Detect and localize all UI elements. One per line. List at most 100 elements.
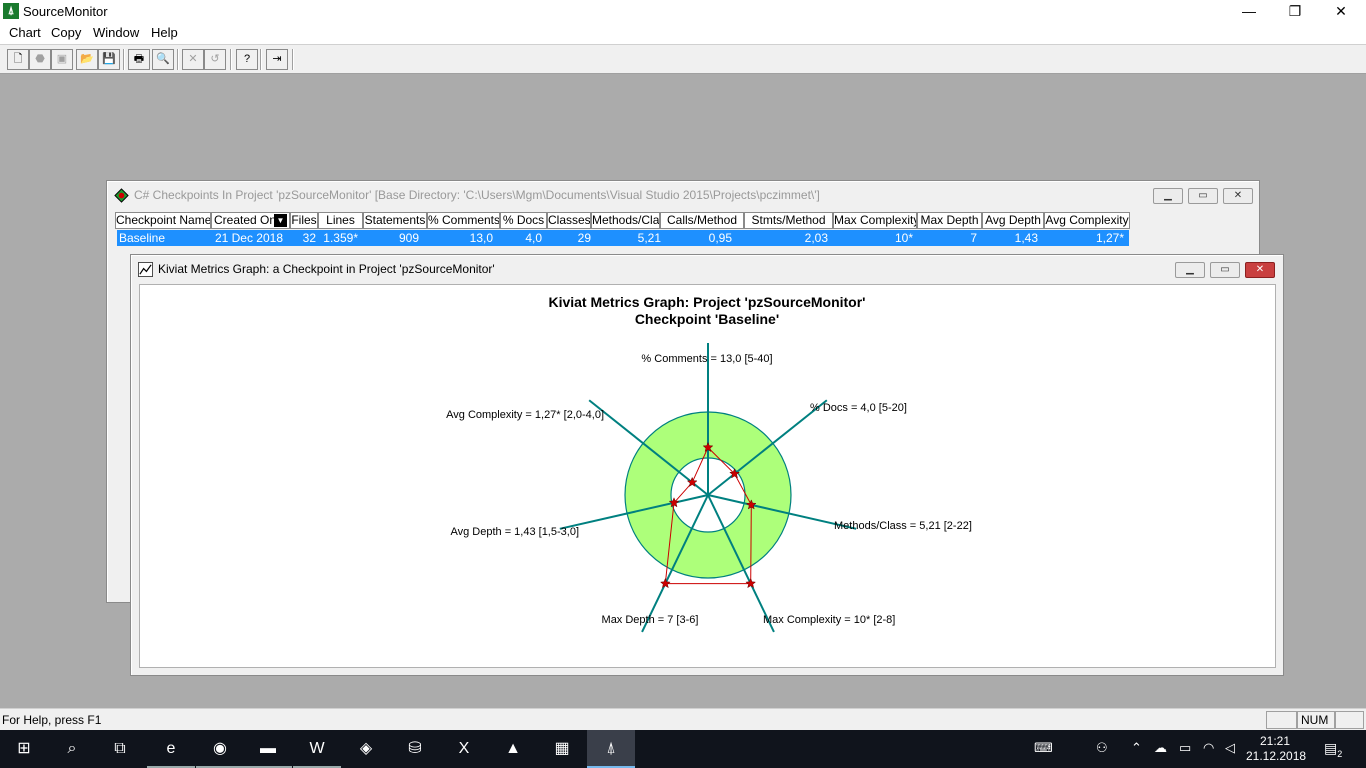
battery-icon[interactable]: ▭: [1179, 740, 1191, 756]
table-cell-checkpoint-name: Baseline: [119, 231, 166, 245]
edge-icon[interactable]: e: [147, 730, 195, 768]
column-header-files[interactable]: Files: [290, 212, 318, 229]
table-cell-statements: 909: [398, 231, 419, 245]
print-preview-button[interactable]: 🔍: [152, 49, 174, 70]
clock[interactable]: 21:21 21.12.2018: [1246, 734, 1306, 764]
table-cell-max-complexity: 10*: [894, 231, 913, 245]
checkpoints-restore-button[interactable]: ▭: [1188, 188, 1218, 204]
word-icon[interactable]: W: [293, 730, 341, 768]
menu-window[interactable]: Window: [92, 25, 140, 40]
app-title-bar: ⍋ SourceMonitor — ❐ ✕: [0, 0, 1366, 24]
delete-button[interactable]: ✕: [182, 49, 204, 70]
table-cell-calls-per-method: 0,95: [708, 231, 732, 245]
windows-taskbar: ⌨ ⚇ ⌃ ☁ ▭ ◠ ◁ 21:21 21.12.2018 ▤2 ⊞ ⌕ ⧉ e ◉ ▬…: [0, 730, 1366, 768]
print-preview-icon: 🔍: [156, 53, 170, 65]
keyboard-icon[interactable]: ⌨: [1034, 740, 1053, 756]
column-header-label: Checkpoint Name: [116, 213, 211, 227]
checkpoints-window-title-bar[interactable]: C# Checkpoints In Project 'pzSourceMonit…: [110, 184, 1256, 206]
column-header-avg-depth[interactable]: Avg Depth: [982, 212, 1044, 229]
stack-button[interactable]: ▣: [51, 49, 73, 70]
kiviat-window-title-bar[interactable]: Kiviat Metrics Graph: a Checkpoint in Pr…: [134, 258, 1280, 280]
column-header-pct-comments[interactable]: % Comments: [427, 212, 500, 229]
column-header-created-on[interactable]: Created On ▼: [211, 212, 290, 229]
axis-label: Max Depth = 7 [3-6]: [602, 614, 699, 626]
status-pane-empty: [1266, 711, 1297, 729]
column-header-checkpoint-name[interactable]: Checkpoint Name: [115, 212, 211, 229]
chevron-up-icon[interactable]: ⌃: [1131, 740, 1142, 756]
sourcemonitor-icon[interactable]: ⍋: [587, 730, 635, 768]
new-button[interactable]: 🗋: [7, 49, 29, 70]
toolbar-separator: [230, 49, 232, 70]
column-header-calls-per-method[interactable]: Calls/Method: [660, 212, 744, 229]
menu-copy[interactable]: Copy: [50, 25, 82, 40]
column-header-lines[interactable]: Lines: [318, 212, 363, 229]
table-row[interactable]: Baseline 21 Dec 2018 32 1.359* 909 13,0 4,0 29 5…: [117, 230, 1129, 246]
context-help-icon: ?: [243, 53, 251, 65]
status-num-lock: NUM: [1297, 711, 1335, 729]
menu-chart[interactable]: Chart: [8, 25, 42, 40]
task-view-icon[interactable]: ⧉: [96, 730, 144, 768]
table-cell-pct-comments: 13,0: [469, 231, 493, 245]
toolbar-separator: [260, 49, 262, 70]
menu-help[interactable]: Help: [150, 25, 179, 40]
table-cell-avg-complexity: 1,27*: [1095, 231, 1124, 245]
excel-icon[interactable]: X: [440, 730, 488, 768]
column-header-classes[interactable]: Classes: [547, 212, 591, 229]
stop-icon: ⬣: [35, 53, 45, 65]
column-header-label: Created On: [214, 213, 277, 227]
checkpoint-icon: [114, 188, 129, 203]
volume-icon[interactable]: ◁: [1225, 740, 1235, 756]
table-cell-lines: 1.359*: [323, 231, 358, 245]
checkpoints-minimize-button[interactable]: ▁: [1153, 188, 1183, 204]
sort-desc-icon[interactable]: ▼: [274, 214, 287, 227]
column-header-avg-complexity[interactable]: Avg Complexity: [1044, 212, 1130, 229]
column-header-statements[interactable]: Statements: [363, 212, 427, 229]
delete-icon: ✕: [188, 53, 198, 65]
column-header-methods-per-class[interactable]: Methods/Class: [591, 212, 660, 229]
people-icon[interactable]: ⚇: [1096, 740, 1108, 756]
kiviat-restore-button[interactable]: ▭: [1210, 262, 1240, 278]
start-icon[interactable]: ⊞: [0, 730, 48, 768]
column-header-max-depth[interactable]: Max Depth: [917, 212, 982, 229]
sourcemonitor-app-icon[interactable]: ⍋: [3, 3, 19, 19]
minimize-button[interactable]: —: [1226, 0, 1272, 24]
exit-button[interactable]: ⇥: [266, 49, 288, 70]
new-icon: 🗋: [13, 53, 23, 65]
winrar-icon[interactable]: ▦: [538, 730, 586, 768]
print-button[interactable]: 🖶: [128, 49, 150, 70]
photos-icon[interactable]: ▲: [489, 730, 537, 768]
save-button[interactable]: 💾: [98, 49, 120, 70]
stop-button[interactable]: ⬣: [29, 49, 51, 70]
status-pane-scroll: [1335, 711, 1364, 729]
context-help-button[interactable]: ?: [236, 49, 258, 70]
column-header-pct-docs[interactable]: % Docs: [500, 212, 547, 229]
close-button[interactable]: ✕: [1318, 0, 1364, 24]
column-header-label: Avg Depth: [985, 213, 1041, 227]
wifi-icon[interactable]: ◠: [1203, 740, 1214, 756]
kiviat-close-button[interactable]: ✕: [1245, 262, 1275, 278]
column-header-stmts-per-method[interactable]: Stmts/Method: [744, 212, 833, 229]
column-header-label: Avg Complexity: [1045, 213, 1129, 227]
print-icon: 🖶: [133, 53, 145, 65]
kiviat-minimize-button[interactable]: ▁: [1175, 262, 1205, 278]
open-folder-button[interactable]: 📂: [76, 49, 98, 70]
column-header-label: Max Depth: [920, 213, 979, 227]
maximize-button[interactable]: ❐: [1272, 0, 1318, 24]
undo-button[interactable]: ↺: [204, 49, 226, 70]
database-tool-icon[interactable]: ⛁: [391, 730, 439, 768]
status-help-text: For Help, press F1: [2, 713, 102, 727]
chart-title-line1: Kiviat Metrics Graph: Project 'pzSourceM…: [548, 294, 865, 310]
search-icon[interactable]: ⌕: [48, 730, 96, 768]
visual-studio-icon[interactable]: ◈: [342, 730, 390, 768]
onedrive-icon[interactable]: ☁: [1154, 740, 1167, 756]
chrome-icon[interactable]: ◉: [196, 730, 244, 768]
table-cell-avg-depth: 1,43: [1014, 231, 1038, 245]
column-header-label: Lines: [326, 213, 355, 227]
table-cell-files: 32: [302, 231, 316, 245]
checkpoints-close-button[interactable]: ✕: [1223, 188, 1253, 204]
file-explorer-icon[interactable]: ▬: [244, 730, 292, 768]
notifications-icon[interactable]: ▤2: [1324, 740, 1342, 759]
axis-label: % Comments = 13,0 [5-40]: [641, 353, 772, 365]
column-header-max-complexity[interactable]: Max Complexity: [833, 212, 917, 229]
column-header-label: Files: [291, 213, 317, 227]
